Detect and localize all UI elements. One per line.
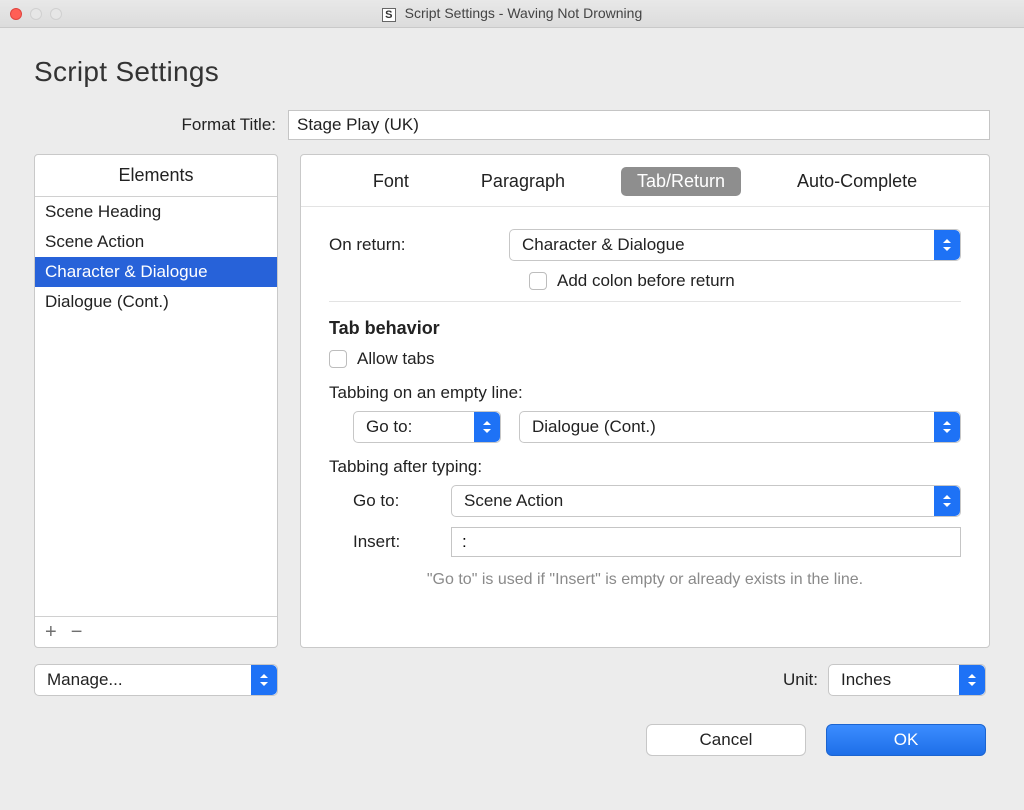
elements-header: Elements bbox=[35, 155, 277, 197]
window-titlebar: S Script Settings - Waving Not Drowning bbox=[0, 0, 1024, 28]
allow-tabs-checkbox[interactable] bbox=[329, 350, 347, 368]
allow-tabs-label: Allow tabs bbox=[357, 349, 434, 369]
add-colon-label: Add colon before return bbox=[557, 271, 735, 291]
after-insert-label: Insert: bbox=[353, 532, 433, 552]
format-title-label: Format Title: bbox=[34, 115, 288, 135]
add-colon-checkbox[interactable] bbox=[529, 272, 547, 290]
on-return-select[interactable]: Character & Dialogue bbox=[509, 229, 961, 261]
stepper-icon bbox=[934, 230, 960, 260]
app-icon: S bbox=[382, 8, 396, 22]
close-window-button[interactable] bbox=[10, 8, 22, 20]
list-item[interactable]: Scene Heading bbox=[35, 197, 277, 227]
minimize-window-button bbox=[30, 8, 42, 20]
stepper-icon bbox=[251, 665, 277, 695]
add-element-button[interactable]: + bbox=[45, 623, 57, 641]
window-title: Script Settings - Waving Not Drowning bbox=[405, 5, 643, 21]
list-item[interactable]: Character & Dialogue bbox=[35, 257, 277, 287]
tab-tab-return[interactable]: Tab/Return bbox=[621, 167, 741, 196]
list-item[interactable]: Scene Action bbox=[35, 227, 277, 257]
tab-paragraph[interactable]: Paragraph bbox=[465, 167, 581, 196]
empty-action-select[interactable]: Go to: bbox=[353, 411, 501, 443]
tabbing-empty-label: Tabbing on an empty line: bbox=[329, 383, 961, 403]
ok-button[interactable]: OK bbox=[826, 724, 986, 756]
on-return-label: On return: bbox=[329, 235, 509, 255]
empty-target-select[interactable]: Dialogue (Cont.) bbox=[519, 411, 961, 443]
stepper-icon bbox=[934, 412, 960, 442]
on-return-value: Character & Dialogue bbox=[522, 235, 685, 255]
empty-target-value: Dialogue (Cont.) bbox=[532, 417, 656, 437]
manage-value: Manage... bbox=[47, 670, 123, 690]
page-title: Script Settings bbox=[34, 56, 990, 88]
settings-panel: Font Paragraph Tab/Return Auto-Complete … bbox=[300, 154, 990, 648]
elements-listbox: Elements Scene Heading Scene Action Char… bbox=[34, 154, 278, 648]
after-goto-value: Scene Action bbox=[464, 491, 563, 511]
unit-label: Unit: bbox=[783, 670, 818, 690]
stepper-icon bbox=[474, 412, 500, 442]
format-title-input[interactable] bbox=[288, 110, 990, 140]
after-insert-input[interactable] bbox=[451, 527, 961, 557]
zoom-window-button bbox=[50, 8, 62, 20]
unit-value: Inches bbox=[841, 670, 891, 690]
after-goto-select[interactable]: Scene Action bbox=[451, 485, 961, 517]
after-goto-label: Go to: bbox=[353, 491, 433, 511]
remove-element-button[interactable]: − bbox=[71, 623, 83, 641]
tabbing-after-label: Tabbing after typing: bbox=[329, 457, 961, 477]
manage-select[interactable]: Manage... bbox=[34, 664, 278, 696]
unit-select[interactable]: Inches bbox=[828, 664, 986, 696]
hint-text: "Go to" is used if "Insert" is empty or … bbox=[329, 571, 961, 589]
stepper-icon bbox=[934, 486, 960, 516]
tab-font[interactable]: Font bbox=[357, 167, 425, 196]
list-item[interactable]: Dialogue (Cont.) bbox=[35, 287, 277, 317]
stepper-icon bbox=[959, 665, 985, 695]
empty-action-value: Go to: bbox=[366, 417, 412, 437]
tab-auto-complete[interactable]: Auto-Complete bbox=[781, 167, 933, 196]
tab-behavior-heading: Tab behavior bbox=[329, 318, 961, 339]
cancel-button[interactable]: Cancel bbox=[646, 724, 806, 756]
